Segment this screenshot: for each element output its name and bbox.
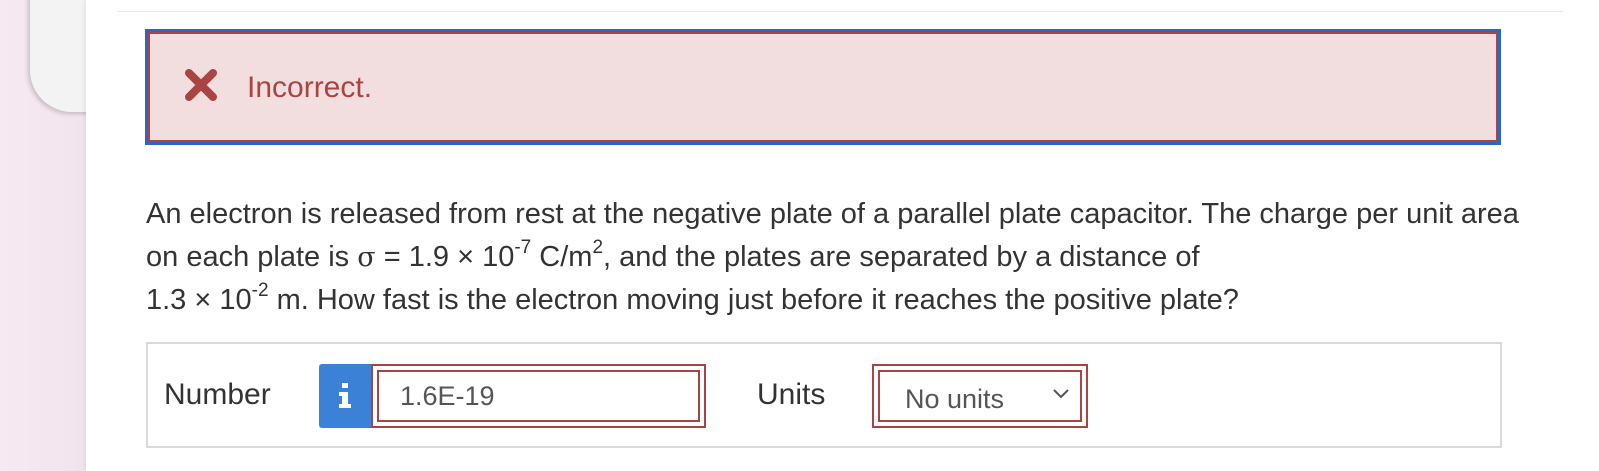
chevron-down-icon [1052,387,1070,405]
number-input[interactable]: 1.6E-19 [371,364,706,428]
number-label: Number [164,378,271,411]
info-button[interactable] [319,364,371,428]
equals-sign: = [375,241,409,273]
units-selected-value: No units [905,384,1005,414]
units-label: Units [757,378,826,411]
units-select[interactable]: No units [872,364,1088,428]
distance-value: 1.3 × 10 [146,284,252,316]
sigma-symbol: σ [357,242,376,273]
sigma-value: 1.9 × 10 [408,241,515,273]
question-part: , and the plates are separated by a dist… [603,241,1200,273]
close-icon [184,68,218,102]
answer-box: Number 1.6E-19 Units No units [146,342,1502,448]
sigma-exponent: -7 [514,237,532,259]
question-part: m. How fast is the electron moving just … [268,284,1239,316]
sigma-unit: C/m [531,241,593,273]
divider [118,11,1563,12]
feedback-alert: Incorrect. [148,32,1498,142]
sigma-unit-exponent: 2 [592,237,604,259]
info-icon [339,383,351,408]
question-text: An electron is released from rest at the… [146,193,1526,322]
distance-exponent: -2 [251,280,269,302]
feedback-message: Incorrect. [247,71,373,104]
